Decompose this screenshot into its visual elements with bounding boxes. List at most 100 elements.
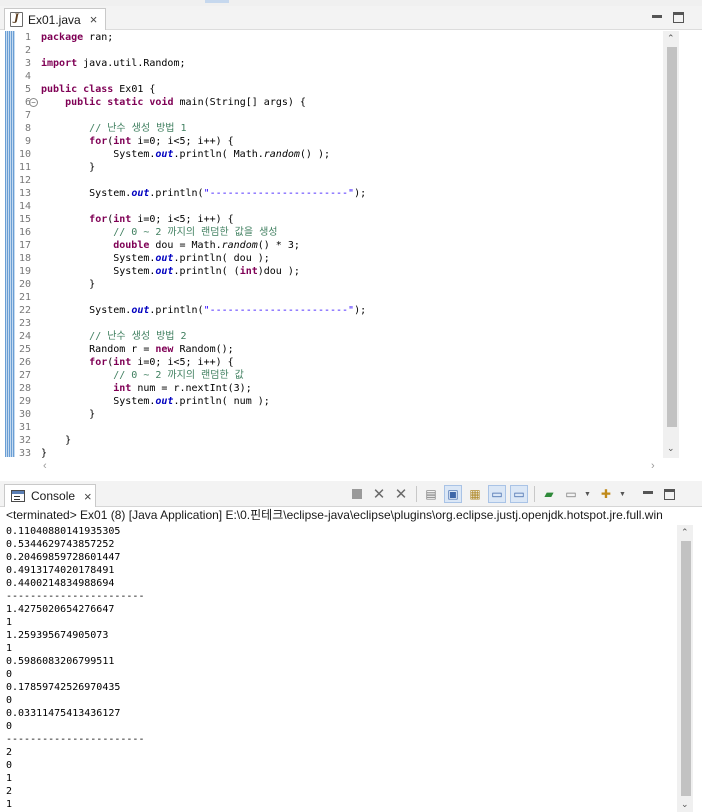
code-token: public xyxy=(41,84,78,95)
console-pane: Console × ✕ ✕ ▤ ▣ ▦ ▭ ▭ ▰ ▭ ▼ ✚ ▼ <termi… xyxy=(0,481,702,812)
close-icon[interactable]: × xyxy=(84,489,92,504)
code-token: for xyxy=(89,136,108,147)
scroll-up-icon[interactable]: ⌃ xyxy=(667,33,675,44)
line-number: 4 xyxy=(24,71,31,82)
code-token: Ex01 { xyxy=(113,84,156,95)
code-token: import xyxy=(41,58,78,69)
console-line: 1 xyxy=(6,643,13,654)
display-selected-console-icon[interactable]: ▭ xyxy=(562,485,580,503)
code-token: )dou ); xyxy=(257,266,300,277)
code-line: public static void main(String[] args) { xyxy=(41,96,306,109)
scroll-down-icon[interactable]: ⌄ xyxy=(667,443,675,454)
remove-launch-icon[interactable]: ✕ xyxy=(370,485,388,503)
line-number: 5 xyxy=(24,84,31,95)
scroll-right-icon[interactable]: › xyxy=(651,460,655,472)
console-scroll-thumb[interactable] xyxy=(681,541,691,796)
code-line: System.out.println( num ); xyxy=(41,395,270,408)
code-line: System.out.println("--------------------… xyxy=(41,304,366,317)
code-line: // 난수 생성 방법 2 xyxy=(41,330,187,343)
code-token: () ); xyxy=(299,149,330,160)
remove-all-terminated-icon[interactable]: ✕ xyxy=(392,485,410,503)
editor-vertical-scrollbar[interactable]: ⌃ ⌄ xyxy=(663,31,679,458)
code-token: int xyxy=(113,136,132,147)
code-token: System. xyxy=(41,149,156,160)
console-tab[interactable]: Console × xyxy=(4,484,96,507)
code-token: i=0; i<5; i++) { xyxy=(131,214,234,225)
code-token: // 0 ~ 2 까지의 랜덤한 값을 생성 xyxy=(113,227,278,238)
code-token: .println( xyxy=(149,188,204,199)
code-line: // 난수 생성 방법 1 xyxy=(41,122,186,135)
code-token: // 난수 생성 방법 2 xyxy=(89,331,187,342)
console-output[interactable]: 0.11040880141935305 0.5344629743857252 0.2… xyxy=(6,525,670,812)
code-line: } xyxy=(41,161,95,174)
line-number: 10 xyxy=(18,149,31,160)
overview-ruler xyxy=(5,31,15,457)
code-token: package xyxy=(41,32,84,43)
fold-collapse-icon[interactable]: − xyxy=(29,98,38,107)
editor-scroll-thumb[interactable] xyxy=(667,47,677,427)
code-line: Random r = new Random(); xyxy=(41,343,234,356)
code-token: out xyxy=(131,188,150,199)
console-line: 0 xyxy=(6,669,13,680)
line-number: 13 xyxy=(18,188,31,199)
code-line: int num = r.nextInt(3); xyxy=(41,382,251,395)
clear-console-icon[interactable]: ▤ xyxy=(422,485,440,503)
minimize-icon[interactable] xyxy=(651,12,663,24)
show-on-stdout-icon[interactable]: ▭ xyxy=(488,485,506,503)
code-token: ); xyxy=(354,305,367,316)
editor-horizontal-scrollbar[interactable]: ‹ › xyxy=(41,460,661,474)
console-line: 0.20469859728601447 xyxy=(6,552,121,563)
chevron-down-icon[interactable]: ▼ xyxy=(619,491,626,498)
minimize-icon[interactable] xyxy=(642,488,654,500)
scroll-lock-icon[interactable]: ▣ xyxy=(444,485,462,503)
line-number: 12 xyxy=(18,175,31,186)
console-line: 0.5986083206799511 xyxy=(6,656,115,667)
line-number: 31 xyxy=(18,422,31,433)
console-line: 1.4275020654276647 xyxy=(6,604,115,615)
code-area[interactable]: package ran; import java.util.Random; publ… xyxy=(41,31,661,459)
line-number: 7 xyxy=(24,110,31,121)
code-token: for xyxy=(89,357,108,368)
console-line: 1 xyxy=(6,617,13,628)
code-token: i=0; i<5; i++) { xyxy=(131,136,234,147)
line-number: 27 xyxy=(18,370,31,381)
terminate-icon[interactable] xyxy=(348,485,366,503)
code-token: int xyxy=(113,357,132,368)
close-icon[interactable]: × xyxy=(90,12,98,27)
scroll-left-icon[interactable]: ‹ xyxy=(43,460,47,472)
scroll-down-icon[interactable]: ⌄ xyxy=(681,799,689,810)
code-token: main(String[] args) { xyxy=(173,97,306,108)
chevron-down-icon[interactable]: ▼ xyxy=(584,491,591,498)
console-icon xyxy=(11,490,25,502)
code-line: package ran; xyxy=(41,31,113,44)
word-wrap-icon[interactable]: ▦ xyxy=(466,485,484,503)
code-token: .println( xyxy=(149,305,204,316)
show-on-stderr-icon[interactable]: ▭ xyxy=(510,485,528,503)
line-number: 15 xyxy=(18,214,31,225)
pin-console-icon[interactable]: ▰ xyxy=(540,485,558,503)
maximize-icon[interactable] xyxy=(663,488,675,500)
open-console-icon[interactable]: ✚ xyxy=(597,485,615,503)
code-line: System.out.println( Math.random() ); xyxy=(41,148,330,161)
scroll-up-icon[interactable]: ⌃ xyxy=(681,527,689,538)
editor-pane: Ex01.java × 1234567891011121314151617181… xyxy=(0,0,702,478)
line-number-gutter: 1 2 3 4 5 6 7 8 9 10 11 12 13 14 15 16 17 18 19 20 21 22 23 24 2… xyxy=(15,31,37,459)
code-token: () * 3; xyxy=(257,240,300,251)
maximize-icon[interactable] xyxy=(673,12,684,23)
editor-tab-ex01[interactable]: Ex01.java × xyxy=(4,8,106,30)
console-tab-bar: Console × ✕ ✕ ▤ ▣ ▦ ▭ ▭ ▰ ▭ ▼ ✚ ▼ xyxy=(0,481,702,507)
code-token: new xyxy=(155,344,174,355)
line-number: 9 xyxy=(24,136,31,147)
code-token: int xyxy=(113,214,132,225)
code-token: int xyxy=(239,266,258,277)
code-token: System. xyxy=(41,266,156,277)
line-number: 32 xyxy=(18,435,31,446)
code-token: .println( Math. xyxy=(173,149,264,160)
toolbar-separator xyxy=(416,486,417,502)
console-vertical-scrollbar[interactable]: ⌃ ⌄ xyxy=(677,525,693,812)
console-line: 0.4913174020178491 xyxy=(6,565,115,576)
code-token: // 0 ~ 2 까지의 랜덤한 값 xyxy=(113,370,244,381)
code-token: ); xyxy=(354,188,367,199)
code-line: import java.util.Random; xyxy=(41,57,186,70)
